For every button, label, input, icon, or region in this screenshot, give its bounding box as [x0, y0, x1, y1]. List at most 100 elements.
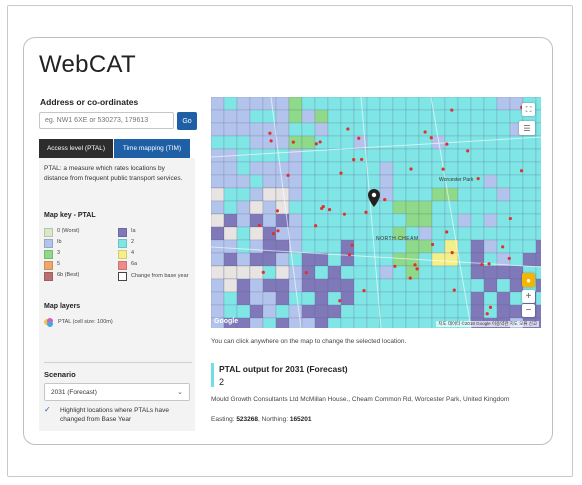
ptal-cell: [496, 97, 511, 111]
ptal-cell: [236, 239, 251, 254]
ptal-cell: [262, 97, 277, 111]
tab-access-level[interactable]: Access level (PTAL): [39, 139, 113, 158]
ptal-cell: [444, 291, 459, 306]
ptal-cell: [288, 187, 303, 202]
transport-stop-marker: [286, 173, 290, 177]
zoom-in-button[interactable]: +: [522, 290, 535, 303]
ptal-cell: [470, 304, 485, 319]
transport-stop-marker: [452, 288, 456, 292]
ptal-cell: [392, 278, 407, 293]
ptal-cell: [223, 187, 238, 202]
ptal-cell: [535, 213, 541, 228]
ptal-cell: [340, 291, 355, 306]
ptal-cell: [301, 265, 316, 280]
ptal-cell: [535, 278, 541, 293]
key-swatch: [44, 228, 53, 237]
ptal-cell: [301, 317, 316, 328]
ptal-cell: [249, 213, 264, 228]
ptal-cell: [444, 148, 459, 163]
key-label: 4: [131, 250, 135, 256]
scenario-select[interactable]: 2031 (Forecast) ⌄: [44, 383, 190, 401]
ptal-cell: [379, 252, 394, 267]
ptal-cell: [496, 148, 511, 163]
ptal-cell: [353, 187, 368, 202]
map-view[interactable]: ⛶ ☰ ● + − Google 지도 데이터 ©2018 Google 이용약…: [211, 97, 541, 328]
ptal-cell: [249, 239, 264, 254]
ptal-cell: [444, 97, 459, 111]
ptal-cell: [353, 239, 368, 254]
ptal-cell: [405, 278, 420, 293]
transport-stop-marker: [445, 230, 449, 234]
ptal-cell: [418, 97, 433, 111]
ptal-cell: [522, 252, 537, 267]
fullscreen-icon[interactable]: ⛶: [522, 103, 535, 116]
ptal-cell: [314, 122, 329, 137]
ptal-cell: [327, 148, 342, 163]
ptal-cell: [496, 187, 511, 202]
key-label: Ib: [57, 239, 62, 245]
ptal-cell: [405, 213, 420, 228]
ptal-cell: [392, 265, 407, 280]
ptal-cell: [211, 278, 225, 293]
ptal-cell: [470, 239, 485, 254]
ptal-cell: [535, 174, 541, 189]
unmapped-cell: [223, 265, 238, 280]
ptal-cell: [535, 161, 541, 176]
ptal-cell: [223, 109, 238, 124]
ptal-cell: [262, 200, 277, 215]
transport-stop-marker: [450, 108, 454, 112]
ptal-cell: [483, 161, 498, 176]
key-swatch: [118, 228, 127, 237]
street-view-icon[interactable]: ●: [522, 273, 535, 287]
zoom-out-button[interactable]: −: [522, 304, 535, 317]
ptal-cell: [392, 174, 407, 189]
ptal-cell: [509, 200, 524, 215]
unmapped-cell: [249, 200, 264, 215]
ptal-cell: [249, 135, 264, 150]
transport-stop-marker: [338, 299, 342, 303]
ptal-cell: [275, 317, 290, 328]
highlight-changes-checkbox[interactable]: ✓ Highlight locations where PTALs have c…: [44, 406, 192, 424]
go-button[interactable]: Go: [177, 112, 197, 130]
ptal-cell: [470, 187, 485, 202]
ptal-cell: [249, 174, 264, 189]
ptal-cell: [288, 174, 303, 189]
ptal-cell: [314, 226, 329, 241]
transport-stop-marker: [276, 229, 280, 233]
key-item: 2: [118, 239, 134, 248]
ptal-cell: [470, 148, 485, 163]
ptal-cell: [211, 109, 225, 124]
key-label: 3: [57, 250, 61, 256]
ptal-cell: [249, 252, 264, 267]
ptal-cell: [418, 122, 433, 137]
ptal-cell: [535, 122, 541, 137]
transport-stop-marker: [257, 223, 261, 227]
ptal-cell: [340, 265, 355, 280]
ptal-cell: [340, 97, 355, 111]
layer-item-ptal[interactable]: PTAL (cell size: 100m): [44, 318, 118, 327]
ptal-cell: [340, 174, 355, 189]
location-pin-icon: [368, 189, 380, 207]
tab-time-mapping[interactable]: Time mapping (TIM): [114, 139, 190, 158]
ptal-cell: [535, 109, 541, 124]
ptal-cell: [249, 317, 264, 328]
layers-menu-icon[interactable]: ☰: [519, 121, 535, 135]
ptal-cell: [314, 265, 329, 280]
ptal-cell: [457, 122, 472, 137]
transport-stop-marker: [393, 264, 397, 268]
output-coordinates: Easting: 523268, Northing: 165201: [211, 416, 312, 423]
ptal-cell: [405, 122, 420, 137]
ptal-cell: [327, 317, 342, 328]
ptal-cell: [327, 97, 342, 111]
ptal-cell: [223, 239, 238, 254]
transport-stop-marker: [320, 206, 324, 211]
ptal-cell: [223, 252, 238, 267]
transport-stop-marker: [409, 167, 413, 171]
ptal-cell: [288, 122, 303, 137]
ptal-cell: [470, 226, 485, 241]
address-input[interactable]: [39, 112, 174, 129]
ptal-cell: [405, 317, 420, 328]
ptal-cell: [418, 291, 433, 306]
ptal-cell: [431, 122, 446, 137]
ptal-cell: [327, 213, 342, 228]
